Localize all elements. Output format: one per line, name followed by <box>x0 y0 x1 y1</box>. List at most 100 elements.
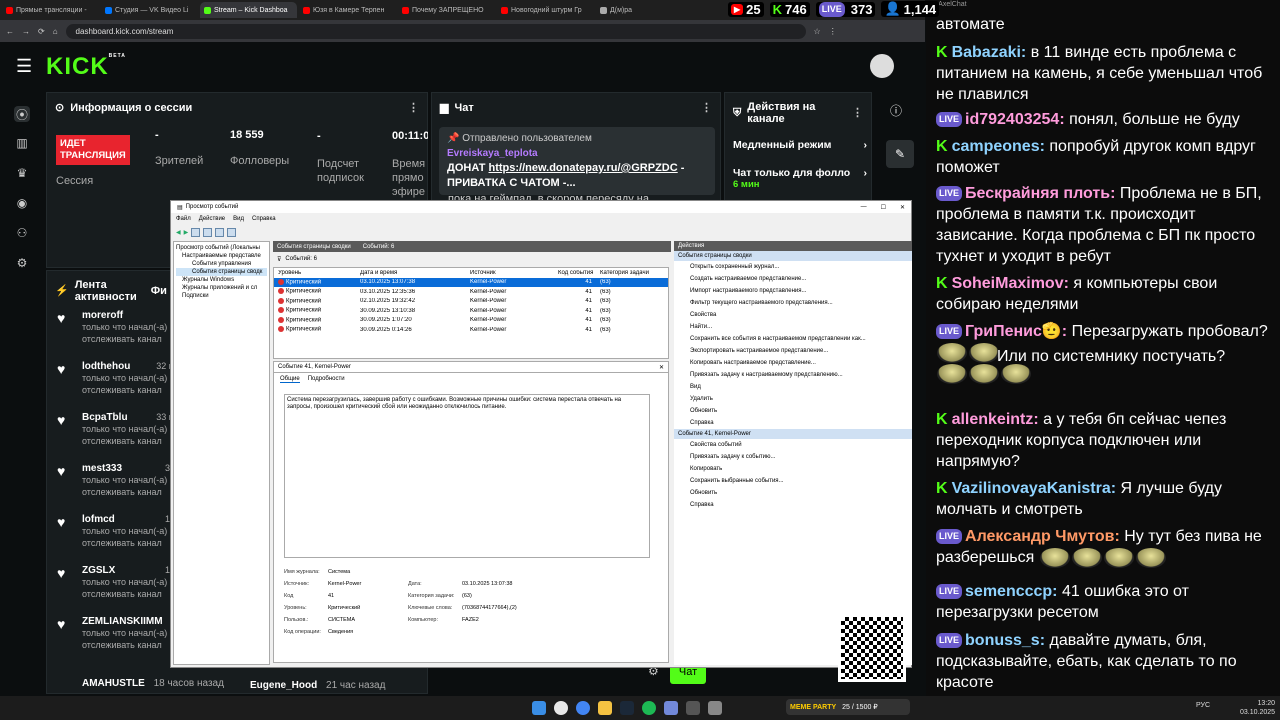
close-icon[interactable]: ✕ <box>659 364 668 371</box>
ev-tree-node[interactable]: События страницы сводк <box>176 268 267 276</box>
star-icon[interactable]: ☆ <box>814 27 821 36</box>
ev-tree-node[interactable]: События управления <box>176 260 267 268</box>
pinned-user[interactable]: Evreiskaya_teplota <box>447 146 707 161</box>
column-header[interactable]: Код события <box>558 270 600 276</box>
browser-tab[interactable]: Stream – Kick Dashboa <box>200 2 297 18</box>
search-icon[interactable] <box>554 701 568 715</box>
ev-tree-node[interactable]: Просмотр событий (Локальны <box>176 244 267 252</box>
table-row[interactable]: Критический 30.09.2025 0:14:26 Kernel-Powe… <box>274 325 668 335</box>
folder-icon[interactable] <box>191 227 201 237</box>
stream-icon[interactable]: ⦿ <box>14 106 30 122</box>
obs-icon[interactable] <box>686 701 700 715</box>
ev-action-item[interactable]: Экспортировать настраиваемое представлен… <box>674 345 912 357</box>
chrome-icon[interactable] <box>576 701 590 715</box>
tab-details[interactable]: Подробности <box>308 376 345 383</box>
more-icon[interactable]: ⋮ <box>408 101 419 114</box>
trophy-icon[interactable]: ♛ <box>14 166 30 182</box>
avatar[interactable] <box>870 54 894 78</box>
view-icon[interactable] <box>203 227 213 237</box>
ev-action-item[interactable]: Создать настраиваемое представление... <box>674 273 912 285</box>
ev-action-item[interactable]: Найти... <box>674 321 912 333</box>
forward-icon[interactable]: → <box>22 27 30 36</box>
feed-item[interactable]: ♥ lodthehou 32 м только что начал(-а) отсле… <box>55 361 175 396</box>
pinned-link[interactable]: https://new.donatepay.ru/@GRPZDC <box>489 162 678 174</box>
home-icon[interactable]: ⌂ <box>53 27 58 36</box>
windows-start-icon[interactable] <box>532 701 546 715</box>
clock[interactable]: 13:20 03.10.2025 <box>1240 699 1275 717</box>
menu-icon[interactable]: ⋮ <box>829 27 837 36</box>
ev-action-item[interactable]: Свойства событий <box>674 439 912 451</box>
edit-icon[interactable]: ✎ <box>886 140 914 168</box>
ev-action-item[interactable]: Импорт настраиваемого представления... <box>674 285 912 297</box>
reload-icon[interactable]: ⟳ <box>38 27 45 36</box>
ev-action-item[interactable]: Привязать задачу к событию... <box>674 451 912 463</box>
ev-action-item[interactable]: Вид <box>674 381 912 393</box>
table-row[interactable]: Критический 02.10.2025 19:32:42 Kernel-Pow… <box>274 297 668 307</box>
ev-action-item[interactable]: Копировать настраиваемое представление..… <box>674 357 912 369</box>
browser-tab[interactable]: Почему ЗАПРЕЩЕНО <box>398 2 495 18</box>
clips-icon[interactable]: ◉ <box>14 196 30 212</box>
column-header[interactable]: Источник <box>470 270 558 276</box>
feed-item[interactable]: ♥mest333 36только что начал(-а)отслежива… <box>55 463 175 498</box>
ev-action-item[interactable]: Свойства <box>674 309 912 321</box>
ev-action-item[interactable]: Справка <box>674 417 912 429</box>
info-icon[interactable]: ⓘ <box>890 102 902 119</box>
ev-tree-node[interactable]: Подписки <box>176 292 267 300</box>
more-icon[interactable]: ⋮ <box>701 101 712 114</box>
table-row[interactable]: Критический 30.09.2025 1:07:20 Kernel-Powe… <box>274 316 668 326</box>
back-icon[interactable]: ← <box>6 27 14 36</box>
feed-item[interactable]: ♥lofmcd 17только что начал(-а)отслеживат… <box>55 514 175 549</box>
table-row[interactable]: Критический 03.10.2025 12:35:36 Kernel-Pow… <box>274 287 668 297</box>
slow-mode-button[interactable]: Медленный режим › <box>733 139 867 151</box>
ev-action-item[interactable]: Копировать <box>674 463 912 475</box>
table-row[interactable]: Критический 30.09.2025 13:10:38 Kernel-Pow… <box>274 306 668 316</box>
back-icon[interactable]: ◀ <box>176 229 181 236</box>
ev-action-item[interactable]: Справка <box>674 499 912 511</box>
panel-icon[interactable] <box>227 227 237 237</box>
url-input[interactable]: dashboard.kick.com/stream <box>65 23 806 39</box>
table-row[interactable]: Критический 03.10.2025 13:07:38 Kernel-Pow… <box>274 277 668 287</box>
discord-icon[interactable] <box>664 701 678 715</box>
ev-tree-node[interactable]: Журналы приложений и сл <box>176 284 267 292</box>
pinned-message[interactable]: 📌 Отправлено пользователем Evreiskaya_te… <box>439 127 715 195</box>
ev-action-item[interactable]: Обновить <box>674 405 912 417</box>
forward-icon[interactable]: ▶ <box>184 229 189 236</box>
ev-menu-item[interactable]: Действие <box>199 216 225 222</box>
settings-icon[interactable]: ⚙ <box>14 256 30 272</box>
help-icon[interactable] <box>215 227 225 237</box>
feed-item[interactable]: ♥ZGSLX 17только что начал(-а)отслеживать… <box>55 565 175 600</box>
ev-action-item[interactable]: Сохранить все события в настраиваемом пр… <box>674 333 912 345</box>
ev-actions-sub1[interactable]: События страницы сводки <box>674 251 912 261</box>
feed-item[interactable]: ♥ ZEMLIANSKIIMM только что начал(-а) отсле… <box>55 616 175 651</box>
ev-menu-item[interactable]: Вид <box>233 216 244 222</box>
ev-menu-item[interactable]: Справка <box>252 216 276 222</box>
app-icon[interactable] <box>708 701 722 715</box>
followers-only-button[interactable]: Чат только для фолло › 6 мин <box>733 167 867 190</box>
spotify-icon[interactable] <box>642 701 656 715</box>
column-header[interactable]: Категория задачи <box>600 270 660 276</box>
hamburger-icon[interactable]: ☰ <box>16 56 32 77</box>
kick-logo[interactable]: KICKBETA <box>46 53 126 81</box>
users-icon[interactable]: ⚇ <box>14 226 30 242</box>
browser-tab[interactable]: Студия — VK Видео Li <box>101 2 198 18</box>
ev-tree-node[interactable]: Настраиваемые представле <box>176 252 267 260</box>
steam-icon[interactable] <box>620 701 634 715</box>
analytics-icon[interactable]: ▥ <box>14 136 30 152</box>
ev-tree-node[interactable]: Журналы Windows <box>176 276 267 284</box>
browser-tab[interactable]: Юзя в Камере Терпен <box>299 2 396 18</box>
column-header[interactable]: Уровень <box>278 270 360 276</box>
more-icon[interactable]: ⋮ <box>852 107 863 119</box>
browser-tab[interactable]: Д(м)ра <box>596 2 693 18</box>
ev-action-item[interactable]: Привязать задачу к настраиваемому предст… <box>674 369 912 381</box>
ev-actions-sub2[interactable]: Событие 41, Kernel-Power <box>674 429 912 439</box>
maximize-icon[interactable]: ☐ <box>881 204 886 211</box>
column-header[interactable]: Дата и время <box>360 270 470 276</box>
explorer-icon[interactable] <box>598 701 612 715</box>
ev-action-item[interactable]: Удалить <box>674 393 912 405</box>
browser-tab[interactable]: Новогодний штурм Гр <box>497 2 594 18</box>
browser-tab[interactable]: Прямые трансляции - <box>2 2 99 18</box>
language-indicator[interactable]: РУС <box>1196 702 1210 709</box>
ev-menu-item[interactable]: Файл <box>176 216 191 222</box>
tab-general[interactable]: Общие <box>280 376 300 383</box>
ev-action-item[interactable]: Фильтр текущего настраиваемого представл… <box>674 297 912 309</box>
